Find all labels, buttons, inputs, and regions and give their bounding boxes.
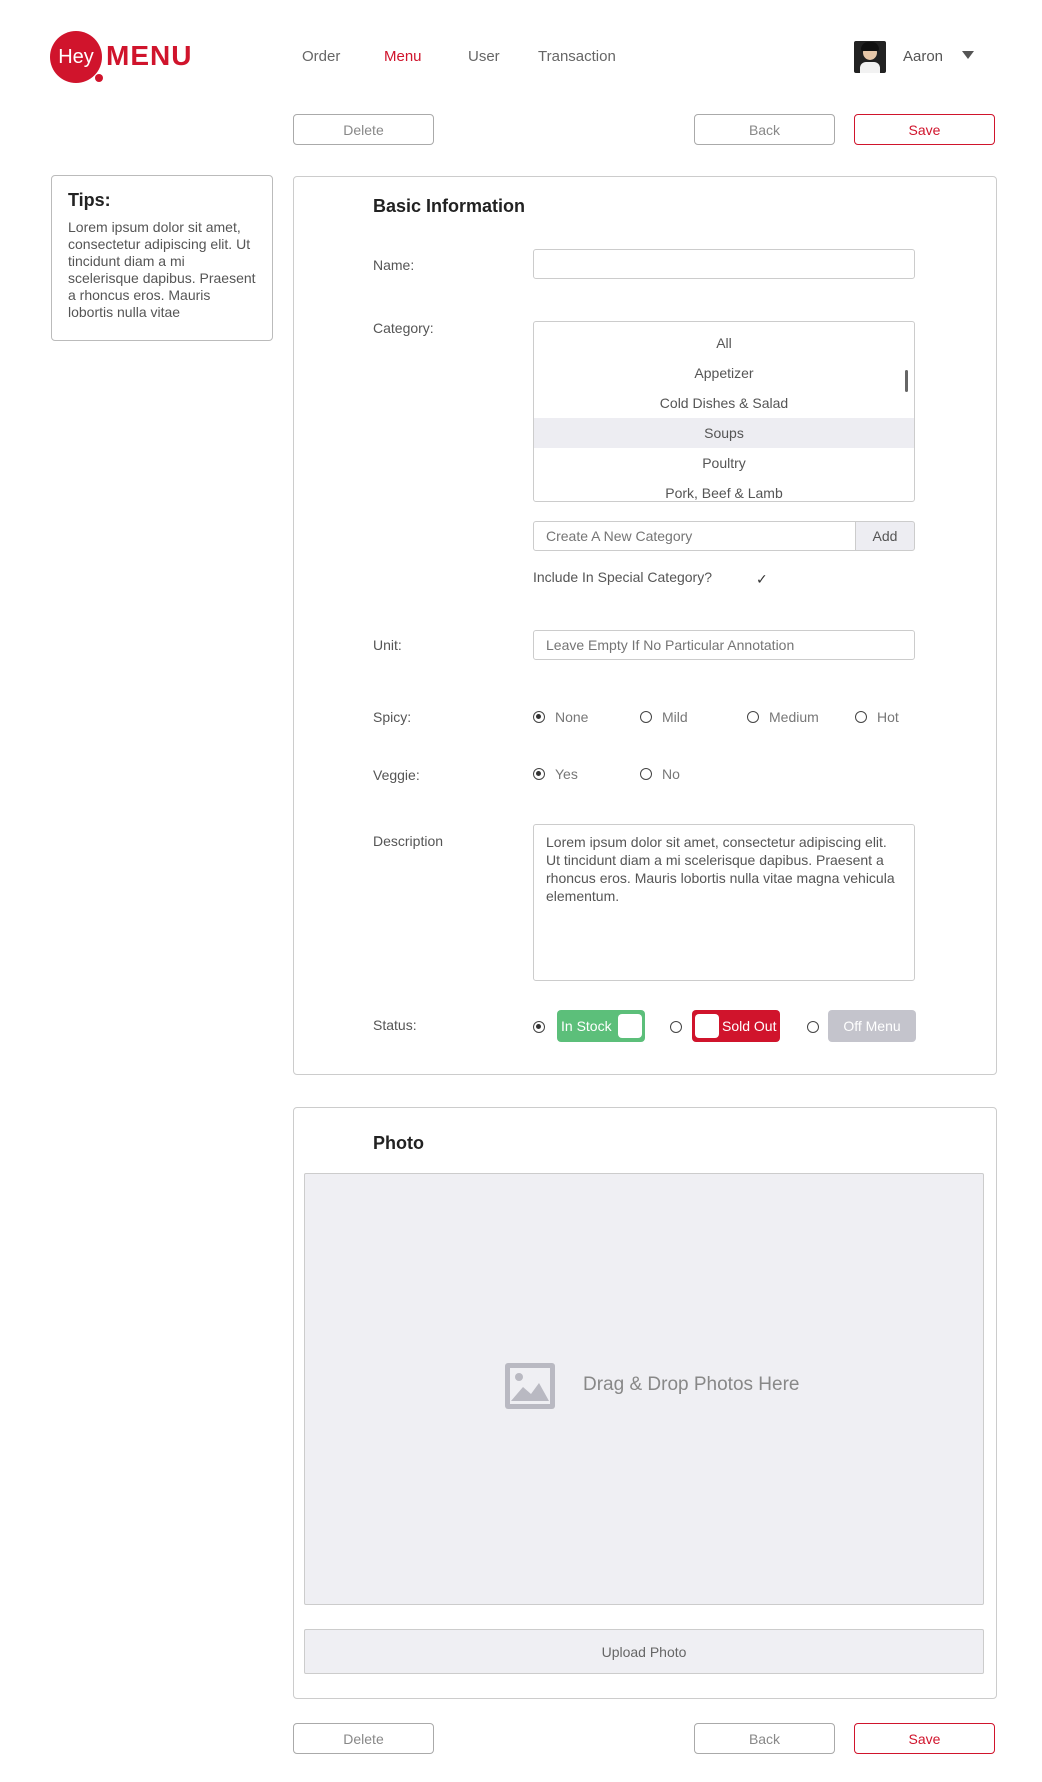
sold-out-label: Sold Out <box>722 1018 777 1034</box>
off-menu-label: Off Menu <box>843 1018 901 1034</box>
photo-title: Photo <box>373 1133 424 1153</box>
radio-icon[interactable] <box>640 711 652 723</box>
nav-user[interactable]: User <box>468 48 500 65</box>
basic-info-title: Basic Information <box>373 196 526 216</box>
photo-dropzone[interactable]: Drag & Drop Photos Here <box>304 1173 984 1605</box>
status-label: Status: <box>373 1017 417 1033</box>
category-item-cold-dishes[interactable]: Cold Dishes & Salad <box>534 388 914 418</box>
radio-icon[interactable] <box>670 1021 682 1033</box>
spicy-label: Spicy: <box>373 709 412 725</box>
status-radio-sold-out[interactable] <box>670 1020 682 1038</box>
description-label: Description <box>373 833 444 849</box>
status-toggle-off-menu[interactable]: Off Menu <box>828 1010 916 1042</box>
toggle-knob <box>695 1014 719 1038</box>
in-stock-label: In Stock <box>561 1018 612 1034</box>
radio-selected-icon[interactable] <box>533 1021 545 1033</box>
toggle-knob <box>618 1014 642 1038</box>
upload-photo-button[interactable]: Upload Photo <box>304 1629 984 1674</box>
category-item-poultry[interactable]: Poultry <box>534 448 914 478</box>
radio-icon[interactable] <box>640 768 652 780</box>
back-button-bottom[interactable]: Back <box>694 1723 835 1754</box>
radio-selected-icon[interactable] <box>533 768 545 780</box>
category-item-all[interactable]: All <box>534 328 914 358</box>
radio-icon[interactable] <box>747 711 759 723</box>
tips-title: Tips: <box>68 190 111 210</box>
radio-icon[interactable] <box>855 711 867 723</box>
nav-menu[interactable]: Menu <box>384 48 422 65</box>
category-list[interactable]: All Appetizer Cold Dishes & Salad Soups … <box>533 321 915 502</box>
spicy-medium-label: Medium <box>769 709 819 725</box>
status-toggle-sold-out[interactable]: Sold Out <box>692 1010 780 1042</box>
status-radio-in-stock[interactable] <box>533 1020 545 1038</box>
category-label: Category: <box>373 320 434 336</box>
save-button-top[interactable]: Save <box>854 114 995 145</box>
veggie-option-no[interactable]: No <box>640 766 680 782</box>
logo-menu-text: MENU <box>106 40 193 71</box>
category-item-soups[interactable]: Soups <box>534 418 914 448</box>
back-button-top[interactable]: Back <box>694 114 835 145</box>
radio-selected-icon[interactable] <box>533 711 545 723</box>
veggie-option-yes[interactable]: Yes <box>533 766 578 782</box>
category-scrollbar[interactable] <box>905 370 908 392</box>
spicy-option-hot[interactable]: Hot <box>855 709 899 725</box>
name-input[interactable] <box>533 249 915 279</box>
spicy-hot-label: Hot <box>877 709 899 725</box>
user-name[interactable]: Aaron <box>903 48 943 65</box>
logo-hey[interactable]: Hey <box>50 31 102 83</box>
status-toggle-in-stock[interactable]: In Stock <box>557 1010 645 1042</box>
radio-icon[interactable] <box>807 1021 819 1033</box>
tips-panel: Tips: Lorem ipsum dolor sit amet, consec… <box>51 175 273 341</box>
new-category-input[interactable] <box>533 521 857 551</box>
drop-text: Drag & Drop Photos Here <box>583 1374 800 1395</box>
logo-dot <box>95 74 103 82</box>
spicy-none-label: None <box>555 709 589 725</box>
special-category-checkbox[interactable]: ✓ <box>756 571 768 588</box>
spicy-option-medium[interactable]: Medium <box>747 709 819 725</box>
category-item-appetizer[interactable]: Appetizer <box>534 358 914 388</box>
nav-order[interactable]: Order <box>302 48 340 65</box>
unit-label: Unit: <box>373 637 402 653</box>
spicy-mild-label: Mild <box>662 709 688 725</box>
delete-button-top[interactable]: Delete <box>293 114 434 145</box>
user-avatar[interactable] <box>854 41 886 73</box>
category-item-pork-beef-lamb[interactable]: Pork, Beef & Lamb <box>534 478 914 501</box>
logo-hey-text: Hey <box>58 45 94 68</box>
veggie-label: Veggie: <box>373 767 420 783</box>
veggie-yes-label: Yes <box>555 766 578 782</box>
caret-down-icon[interactable] <box>962 51 974 59</box>
add-category-button[interactable]: Add <box>855 521 915 551</box>
image-placeholder-icon <box>505 1363 555 1409</box>
veggie-no-label: No <box>662 766 680 782</box>
description-textarea[interactable]: Lorem ipsum dolor sit amet, consectetur … <box>533 824 915 981</box>
tips-body: Lorem ipsum dolor sit amet, consectetur … <box>68 219 256 320</box>
avatar-hair <box>861 42 879 51</box>
name-label: Name: <box>373 257 415 273</box>
unit-input[interactable] <box>533 630 915 660</box>
special-category-label: Include In Special Category? <box>533 569 712 585</box>
delete-button-bottom[interactable]: Delete <box>293 1723 434 1754</box>
nav-transaction[interactable]: Transaction <box>538 48 616 65</box>
spicy-option-mild[interactable]: Mild <box>640 709 688 725</box>
status-radio-off-menu[interactable] <box>807 1020 819 1038</box>
save-button-bottom[interactable]: Save <box>854 1723 995 1754</box>
avatar-shirt <box>860 62 880 73</box>
spicy-option-none[interactable]: None <box>533 709 588 725</box>
